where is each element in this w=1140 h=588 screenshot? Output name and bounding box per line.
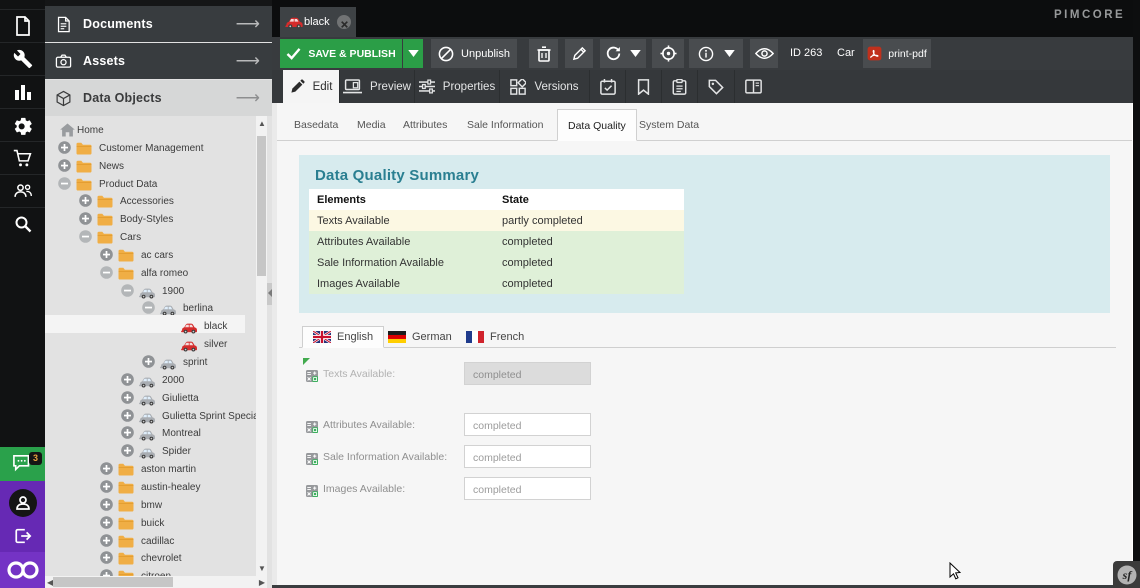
svg-text:sf: sf	[1122, 568, 1133, 582]
